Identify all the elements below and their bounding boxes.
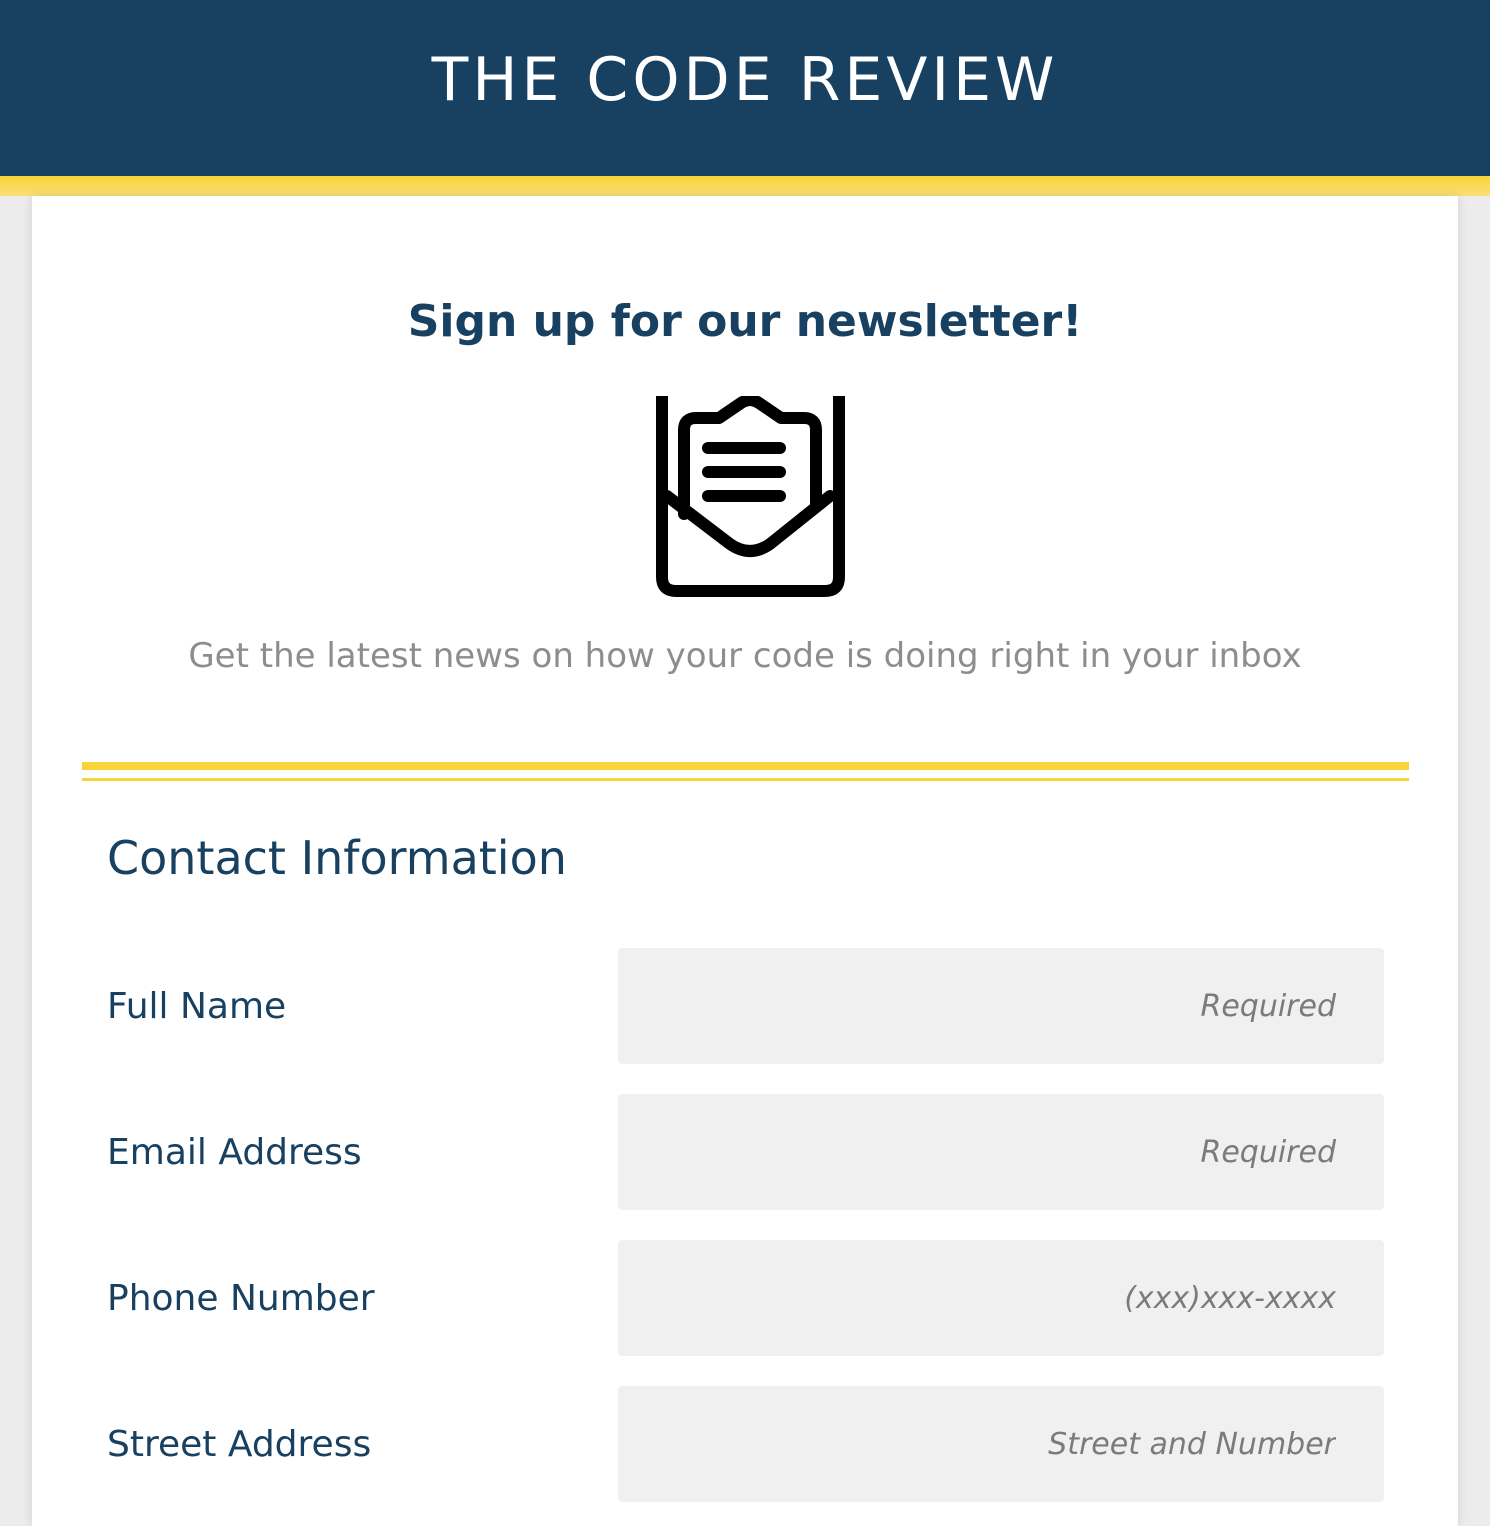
signup-title: Sign up for our newsletter! [407, 296, 1083, 347]
open-envelope-icon [656, 396, 845, 597]
street-address-input[interactable] [618, 1386, 1384, 1502]
street-address-label: Street Address [107, 1423, 372, 1465]
phone-row: Phone Number [32, 1240, 1458, 1356]
street-address-row: Street Address [32, 1386, 1458, 1502]
section-divider [82, 762, 1409, 770]
section-divider-thin [82, 778, 1409, 781]
phone-label: Phone Number [107, 1277, 375, 1319]
email-input[interactable] [618, 1094, 1384, 1210]
full-name-row: Full Name [32, 948, 1458, 1064]
newsletter-tagline: Get the latest news on how your code is … [188, 636, 1302, 676]
site-header: THE CODE REVIEW [0, 0, 1490, 176]
contact-section-title: Contact Information [107, 831, 567, 885]
email-label: Email Address [107, 1131, 362, 1173]
email-row: Email Address [32, 1094, 1458, 1210]
site-title: THE CODE REVIEW [431, 45, 1059, 115]
full-name-input[interactable] [618, 948, 1384, 1064]
newsletter-card: Sign up for our newsletter! Get the late… [32, 196, 1458, 1526]
header-accent-stripe [0, 176, 1490, 196]
full-name-label: Full Name [107, 985, 287, 1027]
phone-input[interactable] [618, 1240, 1384, 1356]
